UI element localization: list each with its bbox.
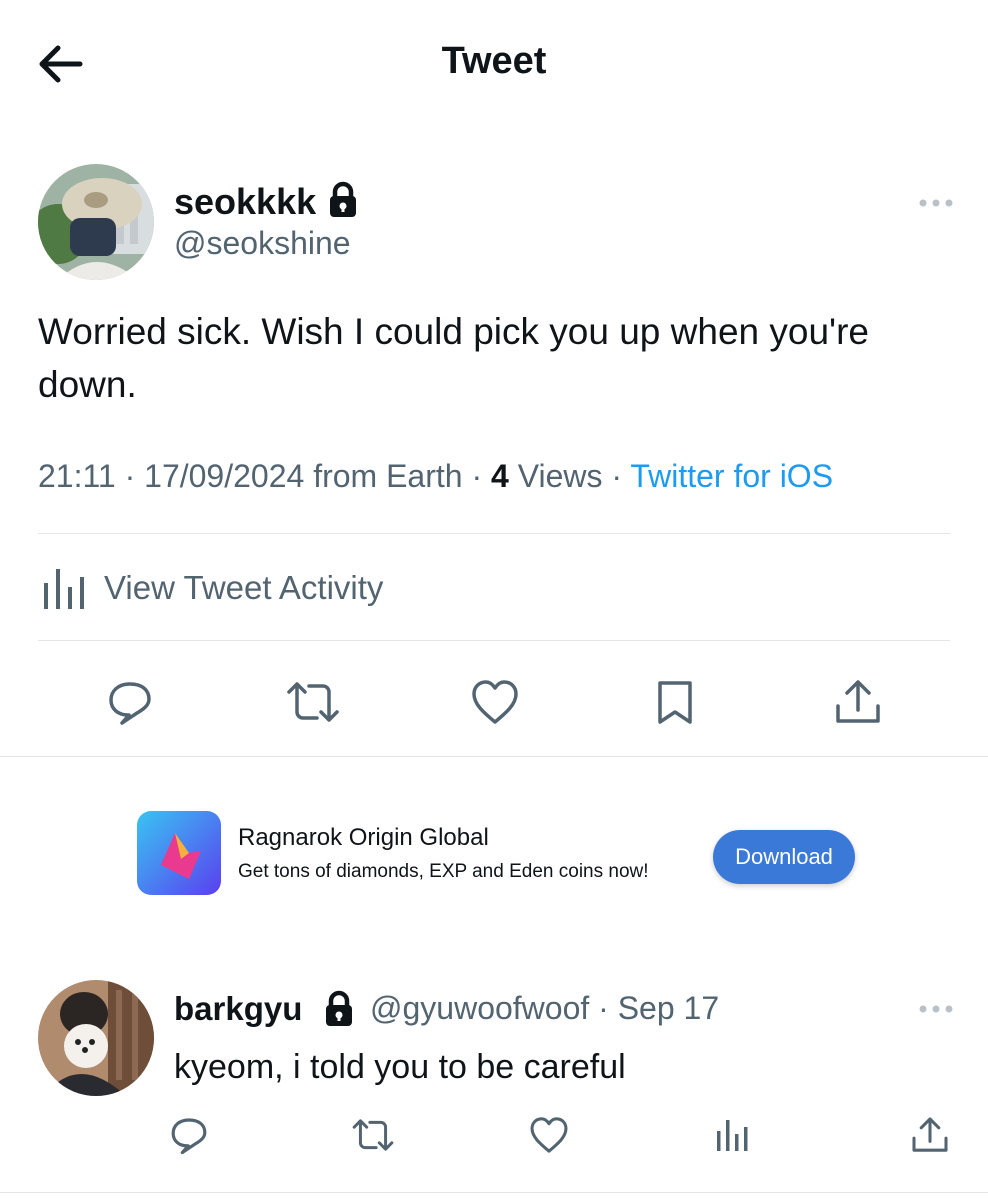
bookmark-button[interactable] <box>647 674 703 730</box>
like-icon <box>472 680 518 724</box>
retweet-icon <box>287 682 339 722</box>
tweet-text: Worried sick. Wish I could pick you up w… <box>38 311 870 405</box>
more-options-icon[interactable] <box>918 196 954 210</box>
reply-icon <box>109 682 151 725</box>
activity-label: View Tweet Activity <box>104 569 384 606</box>
tweet-location: from Earth <box>313 458 463 494</box>
author-handle[interactable]: @seokshine <box>174 225 351 262</box>
reply-button[interactable] <box>102 674 158 730</box>
share-icon <box>912 1117 948 1152</box>
reply-like-button[interactable] <box>524 1110 574 1160</box>
lock-icon <box>322 990 356 1028</box>
divider <box>38 640 950 641</box>
retweet-button[interactable] <box>285 674 341 730</box>
reply-meta: @gyuwoofwoof · Sep 17 <box>370 990 720 1026</box>
view-tweet-activity-button[interactable]: View Tweet Activity <box>38 560 383 616</box>
reply-icon <box>171 1118 207 1155</box>
tweet-meta: 21:11 · 17/09/2024 from Earth · 4 Views … <box>38 458 834 494</box>
reply-reply-button[interactable] <box>164 1110 214 1160</box>
page-title: Tweet <box>441 40 547 82</box>
avatar[interactable] <box>38 980 154 1096</box>
analytics-icon <box>717 1120 748 1151</box>
more-options-icon[interactable] <box>918 1002 954 1016</box>
reply-author-handle[interactable]: @gyuwoofwoof <box>370 990 589 1026</box>
client-link[interactable]: Twitter for iOS <box>630 458 833 494</box>
like-button[interactable] <box>467 674 523 730</box>
share-button[interactable] <box>830 674 886 730</box>
bookmark-icon <box>658 681 692 724</box>
views-count: 4 <box>491 458 509 494</box>
tweet-date: 17/09/2024 <box>144 458 305 494</box>
author-name[interactable]: seokkkk <box>174 181 316 223</box>
reply-date[interactable]: Sep 17 <box>618 990 719 1026</box>
section-divider <box>0 756 988 757</box>
ad-subtitle: Get tons of diamonds, EXP and Eden coins… <box>238 861 649 882</box>
reply-analytics-button[interactable] <box>706 1110 756 1160</box>
avatar[interactable] <box>38 164 154 280</box>
reply-text: kyeom, i told you to be careful <box>174 1048 626 1086</box>
ad-title[interactable]: Ragnarok Origin Global <box>238 824 489 852</box>
reply-share-button[interactable] <box>905 1110 955 1160</box>
lock-icon <box>326 181 360 219</box>
reply-author-name[interactable]: barkgyu <box>174 990 302 1028</box>
views-label: Views <box>517 458 603 494</box>
share-icon <box>836 680 880 723</box>
like-icon <box>530 1117 568 1153</box>
divider <box>0 1192 988 1193</box>
reply-retweet-button[interactable] <box>348 1110 398 1160</box>
analytics-icon <box>44 569 84 609</box>
retweet-icon <box>352 1119 394 1151</box>
ad-app-icon[interactable] <box>137 811 221 895</box>
tweet-time: 21:11 <box>38 458 116 494</box>
divider <box>38 533 950 534</box>
download-button[interactable]: Download <box>713 830 855 884</box>
